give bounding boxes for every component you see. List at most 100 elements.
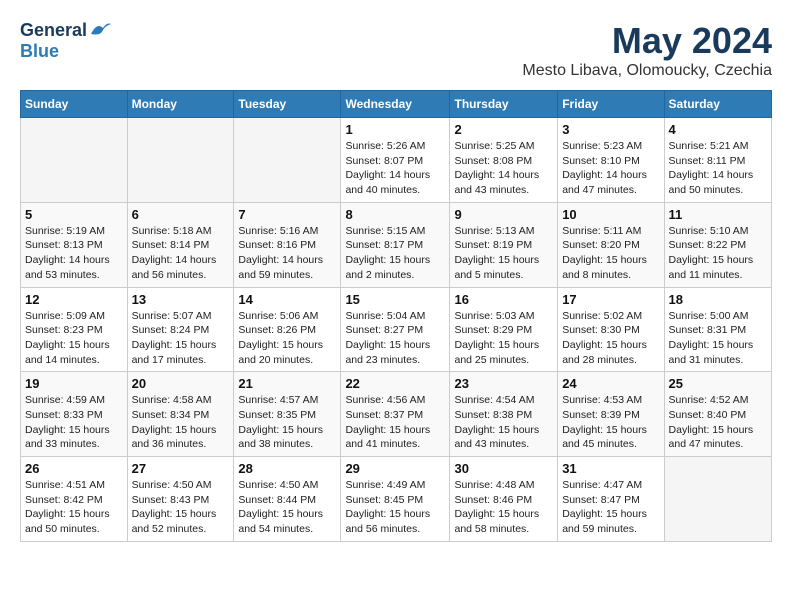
- day-info: Sunrise: 5:16 AM Sunset: 8:16 PM Dayligh…: [238, 224, 336, 283]
- calendar-cell: 22 Sunrise: 4:56 AM Sunset: 8:37 PM Dayli…: [341, 372, 450, 457]
- day-number: 3: [562, 122, 659, 137]
- day-number: 6: [132, 207, 230, 222]
- day-info: Sunrise: 5:13 AM Sunset: 8:19 PM Dayligh…: [454, 224, 553, 283]
- day-info: Sunrise: 5:25 AM Sunset: 8:08 PM Dayligh…: [454, 139, 553, 198]
- day-number: 26: [25, 461, 123, 476]
- day-info: Sunrise: 4:49 AM Sunset: 8:45 PM Dayligh…: [345, 478, 445, 537]
- calendar-week-row: 5 Sunrise: 5:19 AM Sunset: 8:13 PM Daylig…: [21, 202, 772, 287]
- calendar-cell: [127, 118, 234, 203]
- title-block: May 2024 Mesto Libava, Olomoucky, Czechi…: [522, 20, 772, 80]
- day-info: Sunrise: 4:53 AM Sunset: 8:39 PM Dayligh…: [562, 393, 659, 452]
- day-number: 15: [345, 292, 445, 307]
- day-of-week-tuesday: Tuesday: [234, 91, 341, 118]
- calendar-cell: 19 Sunrise: 4:59 AM Sunset: 8:33 PM Dayli…: [21, 372, 128, 457]
- day-info: Sunrise: 5:19 AM Sunset: 8:13 PM Dayligh…: [25, 224, 123, 283]
- day-number: 14: [238, 292, 336, 307]
- day-number: 19: [25, 376, 123, 391]
- day-of-week-saturday: Saturday: [664, 91, 771, 118]
- day-info: Sunrise: 4:50 AM Sunset: 8:43 PM Dayligh…: [132, 478, 230, 537]
- day-number: 21: [238, 376, 336, 391]
- day-info: Sunrise: 5:02 AM Sunset: 8:30 PM Dayligh…: [562, 309, 659, 368]
- day-info: Sunrise: 4:59 AM Sunset: 8:33 PM Dayligh…: [25, 393, 123, 452]
- day-number: 13: [132, 292, 230, 307]
- day-info: Sunrise: 4:58 AM Sunset: 8:34 PM Dayligh…: [132, 393, 230, 452]
- calendar-cell: 14Sunrise: 5:06 AM Sunset: 8:26 PM Dayli…: [234, 287, 341, 372]
- calendar-cell: 7 Sunrise: 5:16 AM Sunset: 8:16 PM Daylig…: [234, 202, 341, 287]
- calendar-cell: 13 Sunrise: 5:07 AM Sunset: 8:24 PM Dayli…: [127, 287, 234, 372]
- day-number: 10: [562, 207, 659, 222]
- day-info: Sunrise: 4:57 AM Sunset: 8:35 PM Dayligh…: [238, 393, 336, 452]
- day-of-week-sunday: Sunday: [21, 91, 128, 118]
- day-number: 16: [454, 292, 553, 307]
- day-number: 20: [132, 376, 230, 391]
- calendar-cell: [664, 457, 771, 542]
- calendar-cell: 9 Sunrise: 5:13 AM Sunset: 8:19 PM Daylig…: [450, 202, 558, 287]
- day-of-week-friday: Friday: [558, 91, 664, 118]
- calendar-cell: 23Sunrise: 4:54 AM Sunset: 8:38 PM Dayli…: [450, 372, 558, 457]
- day-number: 2: [454, 122, 553, 137]
- day-info: Sunrise: 5:21 AM Sunset: 8:11 PM Dayligh…: [669, 139, 767, 198]
- month-year-title: May 2024: [522, 20, 772, 62]
- location-subtitle: Mesto Libava, Olomoucky, Czechia: [522, 62, 772, 80]
- calendar-cell: 8Sunrise: 5:15 AM Sunset: 8:17 PM Daylig…: [341, 202, 450, 287]
- day-number: 7: [238, 207, 336, 222]
- calendar-cell: [234, 118, 341, 203]
- day-info: Sunrise: 5:03 AM Sunset: 8:29 PM Dayligh…: [454, 309, 553, 368]
- day-number: 9: [454, 207, 553, 222]
- day-number: 29: [345, 461, 445, 476]
- day-info: Sunrise: 5:00 AM Sunset: 8:31 PM Dayligh…: [669, 309, 767, 368]
- calendar-week-row: 12 Sunrise: 5:09 AM Sunset: 8:23 PM Dayli…: [21, 287, 772, 372]
- day-number: 1: [345, 122, 445, 137]
- day-of-week-monday: Monday: [127, 91, 234, 118]
- day-info: Sunrise: 4:52 AM Sunset: 8:40 PM Dayligh…: [669, 393, 767, 452]
- page-header: General Blue May 2024 Mesto Libava, Olom…: [20, 20, 772, 80]
- calendar-cell: 4Sunrise: 5:21 AM Sunset: 8:11 PM Daylig…: [664, 118, 771, 203]
- day-info: Sunrise: 4:50 AM Sunset: 8:44 PM Dayligh…: [238, 478, 336, 537]
- calendar-header-row: SundayMondayTuesdayWednesdayThursdayFrid…: [21, 91, 772, 118]
- day-info: Sunrise: 4:51 AM Sunset: 8:42 PM Dayligh…: [25, 478, 123, 537]
- day-of-week-thursday: Thursday: [450, 91, 558, 118]
- calendar-cell: 28 Sunrise: 4:50 AM Sunset: 8:44 PM Dayli…: [234, 457, 341, 542]
- calendar-cell: 26 Sunrise: 4:51 AM Sunset: 8:42 PM Dayli…: [21, 457, 128, 542]
- calendar-week-row: 1Sunrise: 5:26 AM Sunset: 8:07 PM Daylig…: [21, 118, 772, 203]
- calendar-cell: 6 Sunrise: 5:18 AM Sunset: 8:14 PM Daylig…: [127, 202, 234, 287]
- day-number: 18: [669, 292, 767, 307]
- day-info: Sunrise: 5:04 AM Sunset: 8:27 PM Dayligh…: [345, 309, 445, 368]
- calendar-cell: 16 Sunrise: 5:03 AM Sunset: 8:29 PM Dayli…: [450, 287, 558, 372]
- day-info: Sunrise: 4:48 AM Sunset: 8:46 PM Dayligh…: [454, 478, 553, 537]
- calendar-cell: 29 Sunrise: 4:49 AM Sunset: 8:45 PM Dayli…: [341, 457, 450, 542]
- day-of-week-wednesday: Wednesday: [341, 91, 450, 118]
- calendar-week-row: 19 Sunrise: 4:59 AM Sunset: 8:33 PM Dayli…: [21, 372, 772, 457]
- calendar-cell: 24Sunrise: 4:53 AM Sunset: 8:39 PM Dayli…: [558, 372, 664, 457]
- day-info: Sunrise: 4:56 AM Sunset: 8:37 PM Dayligh…: [345, 393, 445, 452]
- day-info: Sunrise: 5:09 AM Sunset: 8:23 PM Dayligh…: [25, 309, 123, 368]
- day-number: 31: [562, 461, 659, 476]
- calendar-cell: [21, 118, 128, 203]
- day-number: 22: [345, 376, 445, 391]
- day-number: 17: [562, 292, 659, 307]
- day-info: Sunrise: 5:11 AM Sunset: 8:20 PM Dayligh…: [562, 224, 659, 283]
- day-number: 5: [25, 207, 123, 222]
- calendar-cell: 1Sunrise: 5:26 AM Sunset: 8:07 PM Daylig…: [341, 118, 450, 203]
- day-number: 30: [454, 461, 553, 476]
- calendar-cell: 27Sunrise: 4:50 AM Sunset: 8:43 PM Dayli…: [127, 457, 234, 542]
- logo-bird-icon: [89, 20, 111, 38]
- calendar-cell: 21 Sunrise: 4:57 AM Sunset: 8:35 PM Dayli…: [234, 372, 341, 457]
- day-info: Sunrise: 4:47 AM Sunset: 8:47 PM Dayligh…: [562, 478, 659, 537]
- day-info: Sunrise: 5:07 AM Sunset: 8:24 PM Dayligh…: [132, 309, 230, 368]
- calendar-cell: 5 Sunrise: 5:19 AM Sunset: 8:13 PM Daylig…: [21, 202, 128, 287]
- day-number: 23: [454, 376, 553, 391]
- calendar-cell: 31 Sunrise: 4:47 AM Sunset: 8:47 PM Dayli…: [558, 457, 664, 542]
- day-info: Sunrise: 5:15 AM Sunset: 8:17 PM Dayligh…: [345, 224, 445, 283]
- logo-blue-text: Blue: [20, 41, 59, 62]
- logo: General Blue: [20, 20, 111, 62]
- day-number: 28: [238, 461, 336, 476]
- calendar-cell: 3Sunrise: 5:23 AM Sunset: 8:10 PM Daylig…: [558, 118, 664, 203]
- calendar-cell: 18 Sunrise: 5:00 AM Sunset: 8:31 PM Dayli…: [664, 287, 771, 372]
- calendar-cell: 20 Sunrise: 4:58 AM Sunset: 8:34 PM Dayli…: [127, 372, 234, 457]
- calendar-cell: 11Sunrise: 5:10 AM Sunset: 8:22 PM Dayli…: [664, 202, 771, 287]
- day-info: Sunrise: 5:18 AM Sunset: 8:14 PM Dayligh…: [132, 224, 230, 283]
- day-number: 12: [25, 292, 123, 307]
- logo-general-text: General: [20, 20, 87, 41]
- calendar-cell: 2 Sunrise: 5:25 AM Sunset: 8:08 PM Daylig…: [450, 118, 558, 203]
